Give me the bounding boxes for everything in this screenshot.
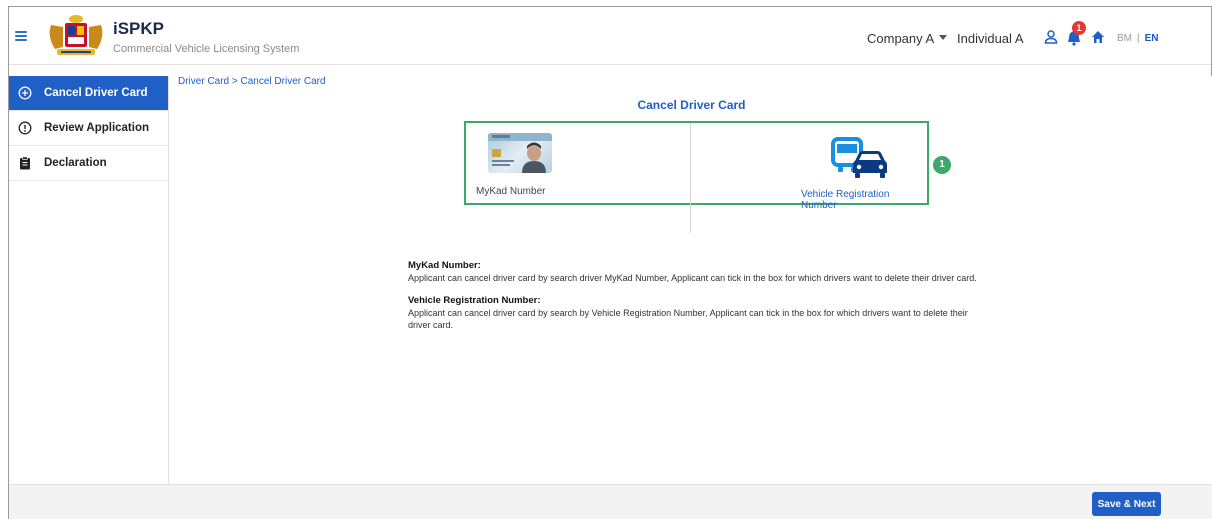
vehicle-option-label: Vehicle Registration Number <box>801 189 890 211</box>
plus-circle-icon <box>18 86 32 100</box>
option-descriptions: MyKad Number: Applicant can cancel drive… <box>408 259 988 341</box>
save-next-button[interactable]: Save & Next <box>1092 492 1161 516</box>
caret-down-icon <box>939 35 948 40</box>
individual-label[interactable]: Individual A <box>957 31 1024 46</box>
page-title: Cancel Driver Card <box>637 98 746 112</box>
app-subtitle: Commercial Vehicle Licensing System <box>113 43 300 55</box>
notification-badge: 1 <box>1072 21 1086 35</box>
footer-bar: Save & Next <box>9 484 1212 519</box>
description-heading: MyKad Number: <box>408 260 481 271</box>
vehicle-option[interactable]: Vehicle Registration Number <box>691 123 927 211</box>
company-dropdown[interactable]: Company A <box>867 31 948 46</box>
lang-en[interactable]: EN <box>1145 33 1159 44</box>
step-number-badge: 1 <box>933 156 951 174</box>
menu-icon[interactable] <box>15 31 27 41</box>
language-switcher: BM | EN <box>1117 33 1159 44</box>
sidebar-item-label: Review Application <box>44 122 150 134</box>
mykad-description: MyKad Number: Applicant can cancel drive… <box>408 259 988 284</box>
mykad-option-label: MyKad Number <box>476 186 546 197</box>
exclamation-circle-icon <box>18 121 32 135</box>
coat-of-arms-logo <box>49 15 103 55</box>
vehicle-description: Vehicle Registration Number: Applicant c… <box>408 294 988 331</box>
clipboard-icon <box>18 156 32 170</box>
company-label: Company A <box>867 31 935 46</box>
sidebar-item-review-application[interactable]: Review Application <box>9 111 168 146</box>
description-text: Applicant can cancel driver card by sear… <box>408 273 977 283</box>
search-type-selector: MyKad Number Vehicle Registration Number <box>464 121 929 233</box>
lang-bm[interactable]: BM <box>1117 33 1132 44</box>
sidebar-item-label: Cancel Driver Card <box>44 87 148 99</box>
sidebar: Cancel Driver Card Review Application De… <box>9 76 169 484</box>
app-window: iSPKP Commercial Vehicle Licensing Syste… <box>8 6 1212 519</box>
mykad-option[interactable]: MyKad Number <box>466 123 690 203</box>
breadcrumb[interactable]: Driver Card > Cancel Driver Card <box>178 76 326 87</box>
top-header: iSPKP Commercial Vehicle Licensing Syste… <box>9 7 1211 65</box>
app-name: iSPKP <box>113 19 165 38</box>
sidebar-item-declaration[interactable]: Declaration <box>9 146 168 181</box>
main-content: Driver Card > Cancel Driver Card Cancel … <box>170 76 1212 484</box>
lang-separator: | <box>1137 33 1140 44</box>
mykad-card-icon <box>488 133 552 173</box>
description-heading: Vehicle Registration Number: <box>408 295 541 306</box>
sidebar-item-cancel-driver-card[interactable]: Cancel Driver Card <box>9 76 168 111</box>
description-text: Applicant can cancel driver card by sear… <box>408 308 968 330</box>
bus-car-icon <box>831 137 887 178</box>
sidebar-item-label: Declaration <box>44 157 107 169</box>
user-icon[interactable] <box>1044 30 1058 44</box>
home-icon[interactable] <box>1091 30 1105 44</box>
